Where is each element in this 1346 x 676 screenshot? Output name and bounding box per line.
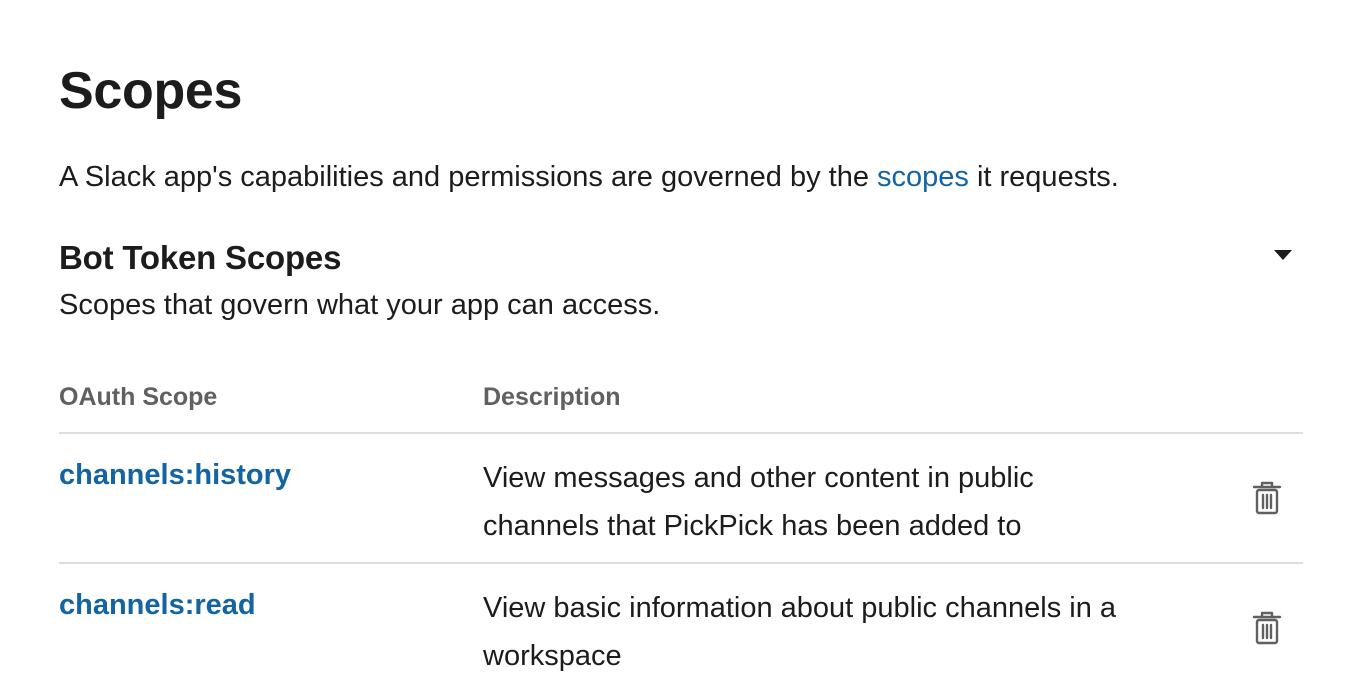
intro-text-start: A Slack app's capabilities and permissio… [59, 161, 878, 193]
scope-link-channels-history[interactable]: channels:history [59, 454, 291, 496]
scopes-link[interactable]: scopes [877, 161, 969, 193]
trash-icon[interactable] [1249, 608, 1285, 648]
scope-description: View basic information about public chan… [483, 592, 1117, 672]
scope-link-channels-read[interactable]: channels:read [59, 584, 256, 626]
scopes-page: Scopes A Slack app's capabilities and pe… [0, 0, 1346, 676]
table-header: OAuth Scope Description [59, 370, 1303, 434]
column-header-description: Description [483, 383, 621, 411]
column-header-oauth-scope: OAuth Scope [59, 383, 218, 411]
bot-token-scopes-title: Bot Token Scopes [59, 239, 342, 276]
page-title: Scopes [59, 62, 243, 120]
trash-icon[interactable] [1249, 478, 1285, 518]
table-row: channels:history View messages and other… [59, 434, 1303, 564]
scope-description: View messages and other content in publi… [483, 462, 1034, 542]
intro-text: A Slack app's capabilities and permissio… [59, 158, 1119, 196]
scopes-table: OAuth Scope Description channels:history… [59, 370, 1303, 676]
table-row: channels:read View basic information abo… [59, 564, 1303, 676]
bot-token-scopes-description: Scopes that govern what your app can acc… [59, 289, 661, 321]
caret-down-icon[interactable] [1268, 244, 1298, 266]
intro-text-end: it requests. [968, 161, 1119, 193]
